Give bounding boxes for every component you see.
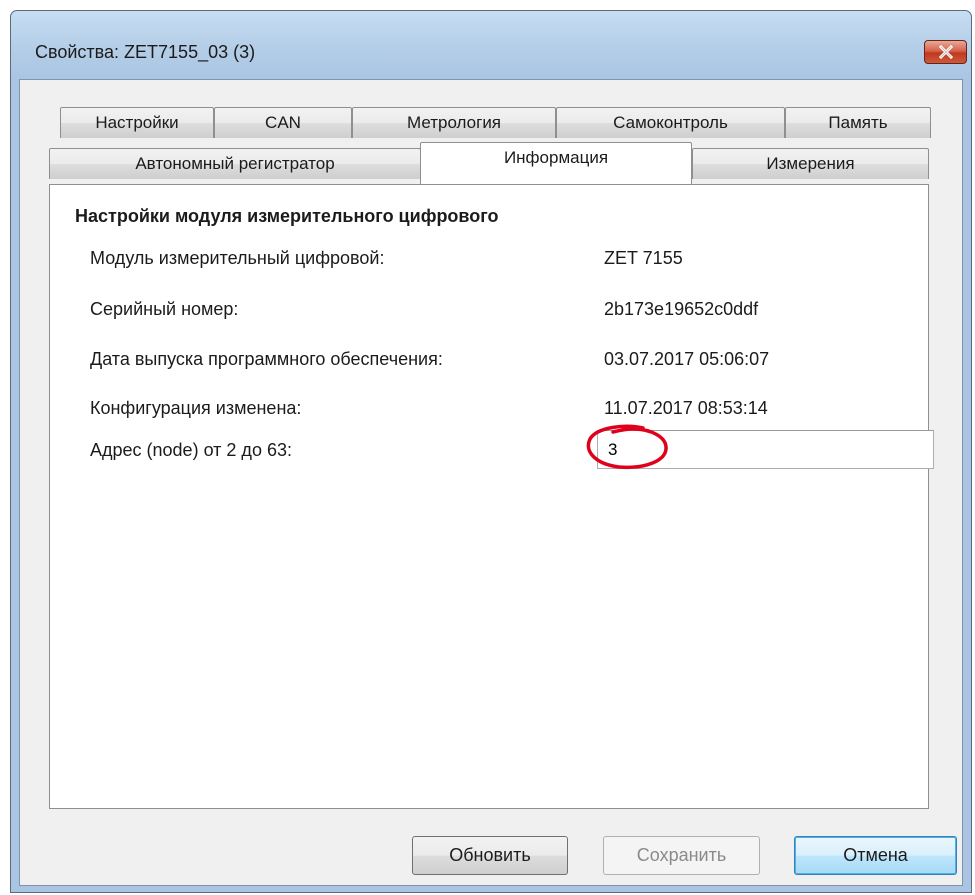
tab-self-check[interactable]: Самоконтроль	[556, 107, 785, 138]
serial-number-value: 2b173e19652c0ddf	[604, 299, 759, 319]
refresh-button[interactable]: Обновить	[412, 836, 568, 875]
tab-settings[interactable]: Настройки	[60, 107, 214, 138]
title-bar[interactable]: Свойства: ZET7155_03 (3)	[11, 11, 971, 79]
properties-dialog: Свойства: ZET7155_03 (3) Настройки CAN М…	[10, 10, 972, 893]
section-title: Настройки модуля измерительного цифровог…	[75, 206, 499, 226]
close-x-icon	[938, 45, 953, 59]
save-button[interactable]: Сохранить	[603, 836, 760, 875]
tab-autonomous-recorder[interactable]: Автономный регистратор	[49, 148, 421, 179]
tab-memory[interactable]: Память	[785, 107, 931, 138]
config-changed-label: Конфигурация изменена:	[90, 398, 302, 418]
close-button[interactable]	[924, 40, 967, 64]
address-input[interactable]	[597, 430, 934, 469]
module-value: ZET 7155	[604, 248, 683, 268]
tab-can[interactable]: CAN	[214, 107, 352, 138]
tab-measurements[interactable]: Измерения	[692, 148, 929, 179]
firmware-date-value: 03.07.2017 05:06:07	[604, 349, 770, 369]
firmware-date-label: Дата выпуска программного обеспечения:	[90, 349, 443, 369]
window-title: Свойства: ZET7155_03 (3)	[35, 42, 256, 62]
tab-metrology[interactable]: Метрология	[352, 107, 556, 138]
config-changed-value: 11.07.2017 08:53:14	[604, 398, 768, 418]
dialog-client-area: Настройки CAN Метрология Самоконтроль Па…	[19, 79, 963, 886]
cancel-button[interactable]: Отмена	[794, 836, 957, 875]
serial-number-label: Серийный номер:	[90, 299, 239, 319]
address-label: Адрес (node) от 2 до 63:	[90, 440, 292, 460]
tab-information[interactable]: Информация	[420, 142, 692, 184]
information-panel: Настройки модуля измерительного цифровог…	[49, 184, 934, 809]
module-label: Модуль измерительный цифровой:	[90, 248, 385, 268]
